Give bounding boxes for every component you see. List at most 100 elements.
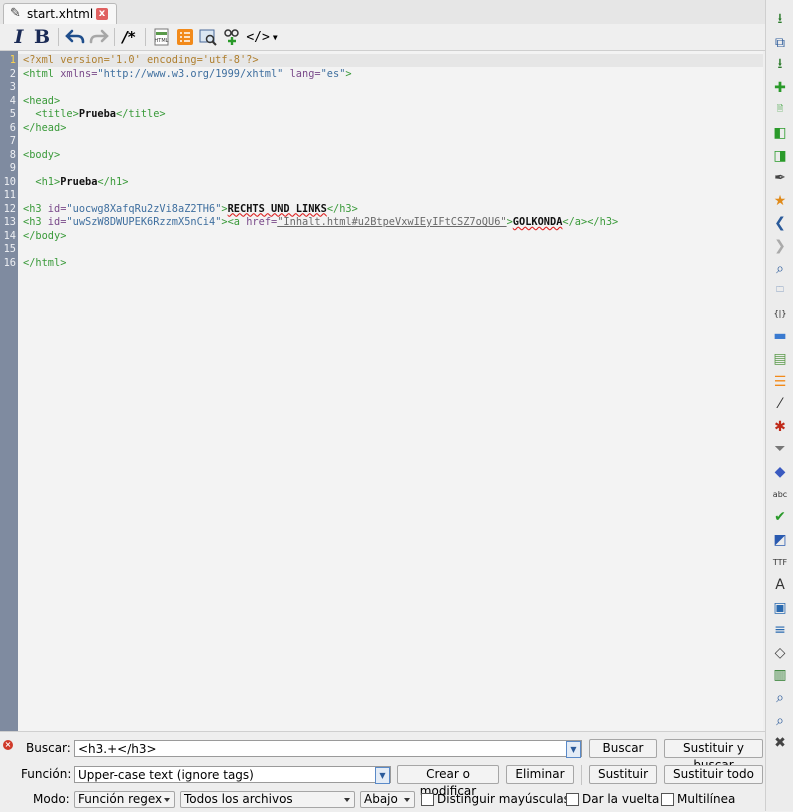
close-tab-icon[interactable]: x (96, 8, 108, 20)
code-line[interactable] (18, 81, 763, 94)
function-dropdown[interactable]: ▼ (375, 767, 390, 784)
function-value: Upper-case text (ignore tags) (78, 768, 254, 782)
create-modify-button[interactable]: Crear o modificar (397, 765, 499, 798)
direction-select[interactable]: Abajo (360, 791, 415, 808)
folder-icon[interactable]: ▬ (770, 326, 790, 346)
code-text: <body> (23, 149, 60, 162)
find-input[interactable]: <h3.+</h3> ▼ (74, 740, 582, 758)
wrap-checkbox[interactable] (566, 793, 579, 806)
copy-icon[interactable]: ⧉ (770, 33, 790, 53)
pin-icon[interactable]: ★ (770, 191, 790, 211)
bookmark-search-icon[interactable]: ⌕ (770, 711, 790, 731)
checklist-button[interactable] (175, 26, 195, 48)
tag-icon[interactable]: ◇ (770, 643, 790, 663)
replace-find-button[interactable]: Sustituir y buscar (664, 739, 763, 772)
code-line[interactable]: <body> (18, 149, 763, 162)
undo-icon (65, 29, 85, 44)
add-file-icon[interactable]: 🗎 (770, 100, 790, 120)
add-icon[interactable]: ✚ (770, 78, 790, 98)
braces-icon[interactable]: {|} (770, 304, 790, 324)
code-token: Prueba (60, 175, 98, 188)
scope-select[interactable]: Todos los archivos (180, 791, 355, 808)
replace-button[interactable]: Sustituir (589, 765, 657, 784)
line-number: 11 (3, 189, 16, 201)
code-line[interactable]: </head> (18, 122, 763, 135)
code-line[interactable]: <title>Prueba</title> (18, 108, 763, 121)
checklist-icon[interactable]: ☰ (770, 372, 790, 392)
html-icon[interactable]: ▤ (770, 349, 790, 369)
chart-icon[interactable]: ▥ (770, 665, 790, 685)
download-icon[interactable]: ⭳ (770, 10, 790, 30)
code-line[interactable]: <h1>Prueba</h1> (18, 176, 763, 189)
multiline-checkbox[interactable] (661, 793, 674, 806)
code-line[interactable]: <?xml version='1.0' encoding='utf-8'?> (18, 54, 763, 67)
save-icon[interactable]: ▣ (770, 598, 790, 618)
toolbar-divider (145, 28, 146, 46)
code-line[interactable]: <html xmlns="http://www.w3.org/1999/xhtm… (18, 68, 763, 81)
code-line[interactable]: <h3 id="uwSzW8DWUPEK6RzzmX5nCi4"><a href… (18, 216, 763, 229)
code-menu-button[interactable]: </> ▼ (246, 26, 278, 48)
folder-search-icon[interactable]: 🗀 (770, 281, 790, 301)
image-search-icon[interactable]: ⌕ (770, 688, 790, 708)
download-alt-icon[interactable]: ⭳ (770, 55, 790, 75)
code-token: "Inhalt.html#u2BtpeVxwIEyIFtCSZ7oQU6" (277, 216, 507, 228)
eraser-icon[interactable]: ◆ (770, 462, 790, 482)
code-line[interactable] (18, 162, 763, 175)
ttf-icon[interactable]: TTF (770, 552, 790, 572)
book-icon[interactable]: ◩ (770, 530, 790, 550)
insert-html-button[interactable]: HTML (152, 26, 172, 48)
code-line[interactable]: </html> (18, 257, 763, 270)
bug-icon[interactable]: ✱ (770, 417, 790, 437)
code-token: "es" (320, 67, 346, 80)
back-icon[interactable]: ❮ (770, 213, 790, 233)
code-line[interactable]: <h3 id="uocwg8XafqRu2zVi8aZ2TH6">RECHTS … (18, 203, 763, 216)
add-next-icon[interactable]: ◨ (770, 146, 790, 166)
html-file-icon: HTML (154, 28, 169, 46)
find-button[interactable]: Buscar (589, 739, 657, 758)
line-number: 12 (3, 202, 16, 215)
undo-button[interactable] (64, 26, 86, 48)
preview-button[interactable] (198, 26, 218, 48)
insert-link-button[interactable] (222, 26, 242, 48)
chevron-down-icon: ▼ (272, 32, 278, 42)
code-line[interactable] (18, 135, 763, 148)
toolbar-divider (58, 28, 59, 46)
code-line[interactable]: <head> (18, 95, 763, 108)
spellcheck-icon[interactable]: abc (770, 485, 790, 505)
close-search-icon[interactable]: × (3, 740, 13, 750)
replace-all-button[interactable]: Sustituir todo (664, 765, 763, 784)
find-history-dropdown[interactable]: ▼ (566, 741, 581, 758)
add-prev-icon[interactable]: ◧ (770, 123, 790, 143)
code-token: Prueba (78, 108, 117, 120)
forward-icon[interactable]: ❯ (770, 236, 790, 256)
italic-button[interactable]: I (10, 26, 28, 48)
image-search-icon (199, 29, 217, 46)
redo-icon (89, 29, 109, 44)
delete-button[interactable]: Eliminar (506, 765, 574, 784)
mode-select[interactable]: Función regex (74, 791, 175, 808)
wrap-label: Dar la vuelta (582, 792, 660, 806)
font-icon[interactable]: A (770, 575, 790, 595)
wand-icon[interactable]: ⁄ (770, 394, 790, 414)
tab-start-xhtml[interactable]: ✎ start.xhtml x (3, 3, 117, 25)
sort-icon[interactable]: ≡ (770, 620, 790, 640)
case-sensitive-checkbox[interactable] (421, 793, 434, 806)
search-icon[interactable]: ⌕ (770, 259, 790, 279)
code-editor[interactable]: <?xml version='1.0' encoding='utf-8'?> <h… (18, 51, 763, 731)
checklist-icon (177, 29, 193, 45)
code-token: RECHTS UND LINKS (227, 202, 327, 215)
feather-icon[interactable]: ✒ (770, 168, 790, 188)
code-text: <title>Prueba</title> (23, 108, 165, 121)
comment-button[interactable]: /* (120, 26, 138, 48)
redo-button[interactable] (88, 26, 110, 48)
code-line[interactable] (18, 243, 763, 256)
code-line[interactable] (18, 189, 763, 202)
line-number: 15 (3, 243, 16, 255)
function-label: Función: (21, 767, 72, 781)
check-icon[interactable]: ✔ (770, 507, 790, 527)
tools-icon[interactable]: ✖ (770, 733, 790, 753)
bold-button[interactable]: B (32, 26, 52, 48)
filter-icon[interactable]: ⏷ (770, 439, 790, 459)
function-combo[interactable]: Upper-case text (ignore tags) ▼ (74, 766, 391, 784)
code-line[interactable]: </body> (18, 230, 763, 243)
